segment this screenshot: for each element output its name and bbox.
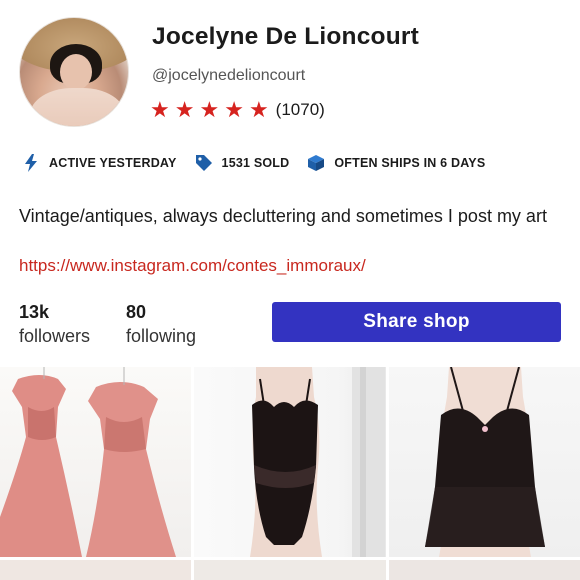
star-icon: ★ — [224, 97, 244, 122]
avatar[interactable] — [19, 17, 129, 127]
followers-count: 13k — [19, 302, 50, 322]
shop-owner-name: Jocelyne De Lioncourt — [152, 23, 419, 50]
shop-bio: Vintage/antiques, always decluttering an… — [19, 206, 547, 226]
badge-shipping: OFTEN SHIPS IN 6 DAYS — [307, 153, 485, 173]
star-icon: ★ — [174, 97, 195, 122]
followers-stat[interactable]: 13k followers — [19, 302, 90, 347]
star-icon: ★ — [248, 97, 269, 122]
listing-tile-pink-dress[interactable] — [0, 367, 192, 557]
listing-tile[interactable] — [388, 560, 580, 580]
following-stat[interactable]: 80 following — [126, 302, 196, 347]
listings-grid-row-2 — [0, 560, 580, 580]
following-count: 80 — [126, 302, 147, 322]
tag-icon — [195, 153, 213, 173]
badge-active-label: ACTIVE YESTERDAY — [49, 156, 177, 170]
badge-sold-label: 1531 SOLD — [221, 156, 290, 170]
badge-shipping-label: OFTEN SHIPS IN 6 DAYS — [334, 156, 486, 170]
followers-label: followers — [19, 326, 91, 346]
listing-tile[interactable] — [194, 560, 386, 580]
pink-dress-photo — [0, 367, 176, 557]
listing-tile-black-bodysuit[interactable] — [194, 367, 386, 557]
star-icon: ★ — [150, 97, 170, 122]
avatar-body — [30, 88, 125, 126]
rating[interactable]: ★ ★ ★ ★ ★ (1070) — [150, 99, 325, 121]
shop-handle: @jocelynedelioncourt — [152, 67, 306, 84]
lightning-icon — [22, 153, 40, 173]
avatar-face — [60, 54, 92, 90]
listing-tile-black-camisole[interactable] — [388, 367, 580, 557]
listing-tile[interactable] — [0, 560, 192, 580]
following-label: following — [126, 326, 197, 346]
badge-sold: 1531 SOLD — [195, 153, 290, 173]
listings-grid — [0, 367, 580, 580]
badge-active: ACTIVE YESTERDAY — [22, 153, 177, 173]
star-icon: ★ — [199, 97, 220, 122]
black-lace-bodysuit-photo — [250, 367, 386, 557]
rating-count: (1070) — [275, 100, 325, 119]
box-icon — [307, 153, 325, 173]
shop-badges: ACTIVE YESTERDAY 1531 SOLD OFTEN SHIPS I… — [22, 153, 503, 173]
black-lace-camisole-photo — [424, 367, 545, 557]
share-shop-button[interactable]: Share shop — [272, 302, 561, 342]
bio-link[interactable]: https://www.instagram.com/contes_immorau… — [19, 256, 366, 276]
